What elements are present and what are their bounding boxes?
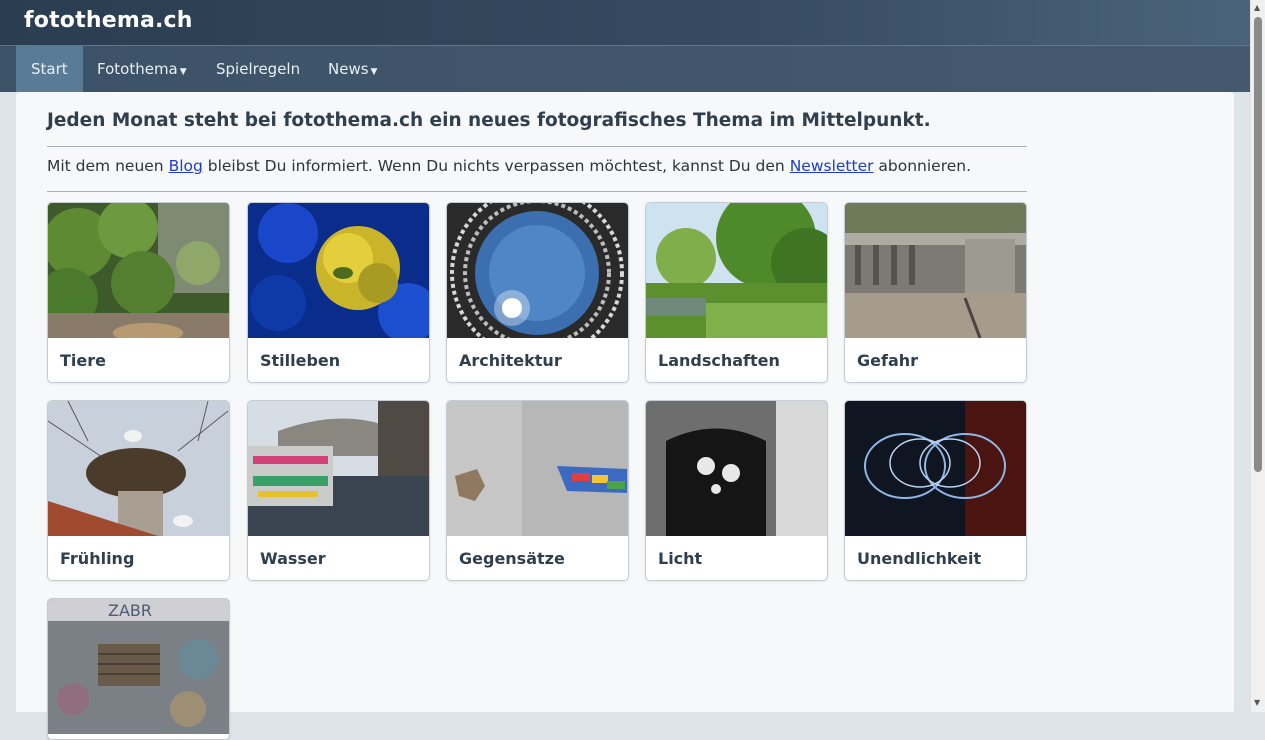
nav-start[interactable]: Start	[16, 46, 83, 92]
theme-image	[48, 401, 229, 536]
site-logo[interactable]: fotothema.ch	[24, 8, 193, 33]
photo-pond-trees	[646, 203, 827, 338]
theme-title: Licht	[658, 549, 703, 568]
theme-title: Unendlichkeit	[857, 549, 982, 568]
intro-text-part: bleibst Du informiert. Wenn Du nichts ve…	[202, 157, 790, 175]
photo-tunnel-sky	[447, 203, 628, 338]
caret-down-icon: ▼	[370, 67, 378, 77]
theme-card-wasser[interactable]: Wasser	[247, 400, 430, 581]
photo-graffiti-wall: ZABR	[48, 599, 229, 734]
theme-title: Architektur	[459, 351, 562, 370]
nav-fotothema[interactable]: Fotothema ▼	[82, 46, 202, 92]
theme-card-landschaften[interactable]: Landschaften	[645, 202, 828, 383]
photo-light-trails	[845, 401, 1026, 536]
blog-link[interactable]: Blog	[169, 157, 203, 175]
theme-card-stilleben[interactable]: Stilleben	[247, 202, 430, 383]
svg-text:ZABR: ZABR	[108, 601, 152, 620]
vertical-scrollbar[interactable]: ▲ ▼	[1250, 0, 1265, 712]
theme-title: Wasser	[260, 549, 326, 568]
theme-image	[248, 203, 429, 338]
scrollbar-thumb[interactable]	[1254, 17, 1262, 472]
theme-card-unendlichkeit[interactable]: Unendlichkeit	[844, 400, 1027, 581]
theme-card-gefahr[interactable]: Gefahr	[844, 202, 1027, 383]
theme-title: Landschaften	[658, 351, 780, 370]
theme-card-fruehling[interactable]: Frühling	[47, 400, 230, 581]
photo-yellow-flower-blue	[248, 203, 429, 338]
theme-image: ZABR	[48, 599, 229, 739]
photo-boat-bridge	[248, 401, 429, 536]
nav-news-label: News	[328, 60, 369, 78]
theme-image	[845, 203, 1026, 338]
scroll-down-icon[interactable]: ▼	[1254, 698, 1260, 708]
main-content: Jeden Monat steht bei fotothema.ch ein n…	[16, 92, 1234, 740]
newsletter-link[interactable]: Newsletter	[790, 157, 874, 175]
photo-wall-lego	[447, 401, 628, 536]
theme-card-graffiti[interactable]: ZABR	[47, 598, 230, 740]
theme-card-licht[interactable]: Licht	[645, 400, 828, 581]
theme-title: Gefahr	[857, 351, 919, 370]
theme-image	[646, 401, 827, 536]
theme-image	[447, 401, 628, 536]
divider	[47, 146, 1027, 147]
theme-card-gegensaetze[interactable]: Gegensätze	[446, 400, 629, 581]
caret-down-icon: ▼	[179, 67, 187, 77]
scroll-up-icon[interactable]: ▲	[1254, 3, 1260, 13]
theme-title: Stilleben	[260, 351, 341, 370]
site-header: fotothema.ch	[0, 0, 1250, 46]
intro-text: Mit dem neuen Blog bleibst Du informiert…	[47, 157, 971, 175]
theme-image	[845, 401, 1026, 536]
nav-start-label: Start	[31, 60, 68, 78]
nav-spielregeln[interactable]: Spielregeln	[201, 46, 315, 92]
nav-news[interactable]: News ▼	[313, 46, 392, 92]
intro-text-part: Mit dem neuen	[47, 157, 169, 175]
photo-shadow-flowers	[646, 401, 827, 536]
main-navigation: Start Fotothema ▼ Spielregeln News ▼	[0, 46, 1250, 92]
theme-card-architektur[interactable]: Architektur	[446, 202, 629, 383]
theme-title: Gegensätze	[459, 549, 565, 568]
photo-bushes-animal	[48, 203, 229, 338]
theme-title: Frühling	[60, 549, 135, 568]
theme-image	[447, 203, 628, 338]
theme-title: Tiere	[60, 351, 106, 370]
theme-card-tiere[interactable]: Tiere	[47, 202, 230, 383]
nav-spielregeln-label: Spielregeln	[216, 60, 301, 78]
nav-fotothema-label: Fotothema	[97, 60, 178, 78]
photo-stone-bridge	[845, 203, 1026, 338]
photo-stork-nest	[48, 401, 229, 536]
page-headline: Jeden Monat steht bei fotothema.ch ein n…	[47, 110, 931, 131]
theme-image	[48, 203, 229, 338]
intro-text-part: abonnieren.	[873, 157, 972, 175]
theme-image	[248, 401, 429, 536]
divider	[47, 191, 1027, 192]
theme-image	[646, 203, 827, 338]
